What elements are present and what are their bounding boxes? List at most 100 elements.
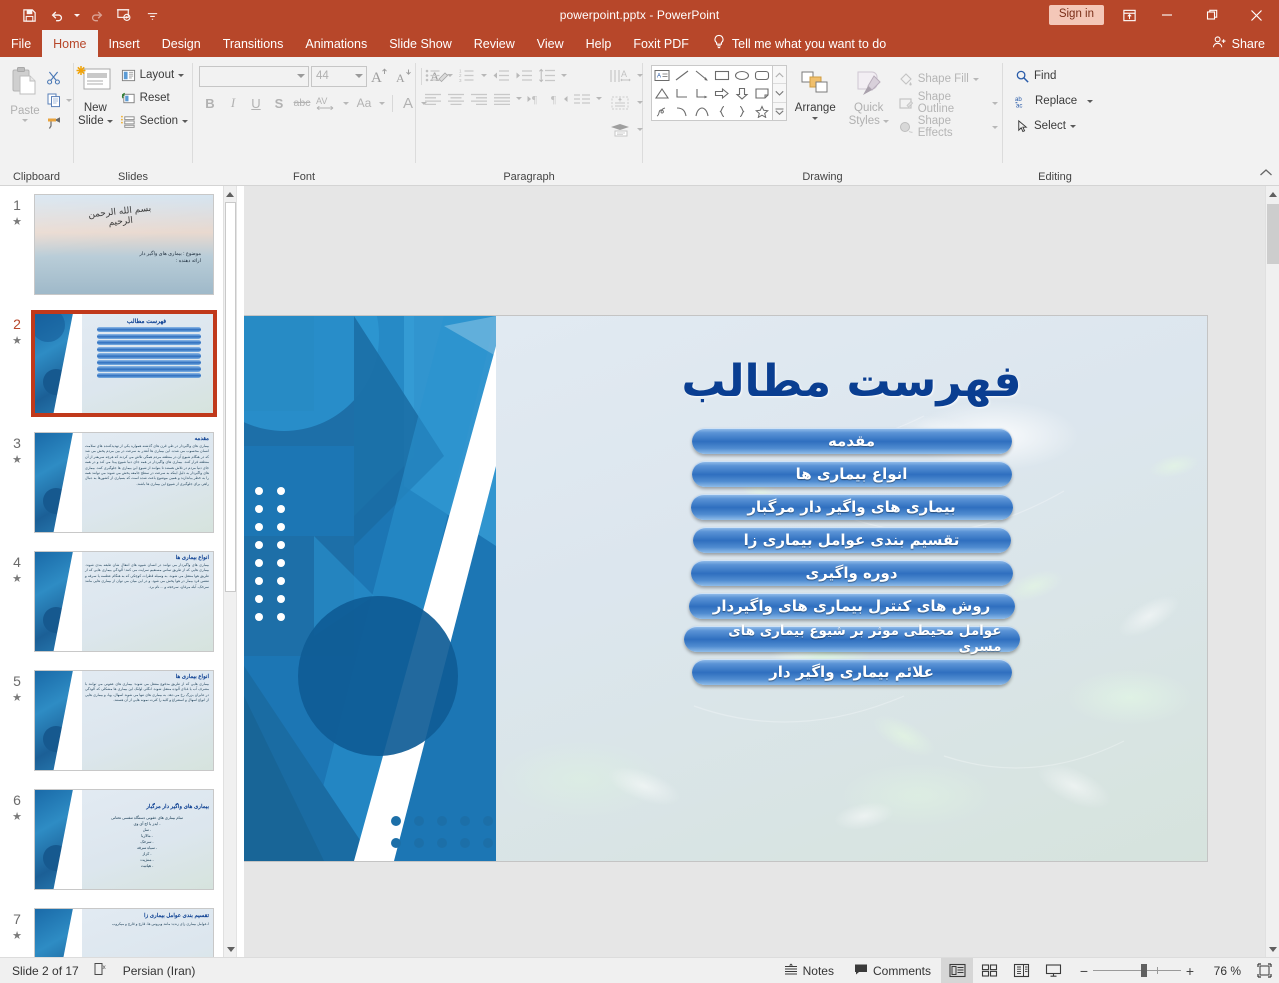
line-spacing-dropdown-icon[interactable] [559,65,569,86]
bullets-button[interactable] [422,65,444,86]
increase-font-size-button[interactable]: A [369,65,391,87]
thumbnail-scroll-up-button[interactable] [224,186,236,202]
arrange-button[interactable]: Arrange [787,62,844,120]
replace-button[interactable]: abac Replace [1011,90,1097,112]
toc-item[interactable]: انواع بیماری ها [692,461,1012,487]
tab-home[interactable]: Home [42,30,97,57]
tab-view[interactable]: View [526,30,575,57]
numbering-button[interactable]: 123 [456,65,478,86]
shape-elbow-arrow-connector-icon[interactable] [692,84,712,102]
quick-styles-dropdown-icon[interactable] [883,120,889,123]
slide-title[interactable]: فهرست مطالب [496,356,1207,407]
shape-left-brace-icon[interactable] [712,102,732,120]
shape-right-arrow-icon[interactable] [712,84,732,102]
notes-button[interactable]: Notes [774,958,844,983]
slide-sorter-view-button[interactable] [973,958,1005,983]
slide-thumbnail-1[interactable]: بسم الله الرحمن الرحیم موضوع : بیماری ها… [34,194,214,295]
stage-scroll-down-button[interactable] [1266,941,1279,957]
share-button[interactable]: Share [1202,30,1279,57]
slide-thumbnail-7[interactable]: تقسیم بندی عوامل بیماری زا ا-عوامل بیمار… [34,908,214,957]
align-center-button[interactable] [445,88,467,109]
text-shadow-button[interactable]: S [268,92,290,114]
reset-button[interactable]: Reset [117,87,192,109]
toc-item[interactable]: بیماری های واگیر دار مرگبار [691,494,1013,520]
numbering-dropdown-icon[interactable] [479,65,489,86]
shape-arc-icon[interactable] [692,102,712,120]
shapes-scroll-down-icon[interactable] [773,83,786,101]
close-button[interactable] [1234,0,1279,30]
zoom-percentage[interactable]: 76 % [1205,964,1249,978]
tab-file[interactable]: File [0,30,42,57]
tab-review[interactable]: Review [463,30,526,57]
language-indicator[interactable]: Persian (Iran) [123,964,196,978]
undo-icon[interactable] [44,3,70,27]
zoom-in-button[interactable]: + [1181,963,1199,979]
ribbon-display-options-icon[interactable] [1114,0,1144,30]
shape-effects-dropdown-icon[interactable] [992,126,998,129]
toc-item[interactable]: تقسیم بندی عوامل بیماری زا [693,527,1011,553]
slide-thumbnail-pane[interactable]: 1 ★ بسم الله الرحمن الرحیم موضوع : بیمار… [0,186,236,957]
thumbnail-row[interactable]: 1 ★ بسم الله الرحمن الرحیم موضوع : بیمار… [0,194,236,313]
minimize-button[interactable] [1144,0,1189,30]
format-painter-button[interactable] [44,112,74,132]
new-slide-button[interactable]: New Slide [74,62,117,128]
tab-foxit-pdf[interactable]: Foxit PDF [622,30,700,57]
cut-button[interactable] [44,68,74,88]
font-name-input[interactable] [199,66,309,87]
line-spacing-button[interactable] [536,65,558,86]
shape-elbow-connector-icon[interactable] [672,84,692,102]
toc-item[interactable]: علائم بیماری واگیر دار [692,659,1012,685]
slide-thumbnail-5[interactable]: انواع بیماری ها بیماری هایی که از طریق م… [34,670,214,771]
thumbnail-row[interactable]: 3 ★ مقدمه بیماری های واگیردار در طی قرن … [0,432,236,551]
slide-thumbnail-6[interactable]: بیماری های واگیر دار مرگبار تمام بیماری … [34,789,214,890]
new-slide-dropdown-icon[interactable] [107,120,113,123]
tab-animations[interactable]: Animations [294,30,378,57]
tab-insert[interactable]: Insert [98,30,151,57]
justify-button[interactable] [491,88,513,109]
tab-slide-show[interactable]: Slide Show [378,30,463,57]
shape-outline-dropdown-icon[interactable] [992,102,998,105]
shape-folded-corner-icon[interactable] [752,84,772,102]
decrease-indent-button[interactable] [490,65,512,86]
toc-item[interactable]: دوره واگیری [691,560,1013,586]
copy-dropdown-icon[interactable] [66,99,72,102]
shape-right-brace-icon[interactable] [732,102,752,120]
increase-indent-button[interactable] [513,65,535,86]
font-color-button[interactable]: A [398,92,418,114]
layout-dropdown-icon[interactable] [178,74,184,77]
change-case-dropdown-icon[interactable] [377,92,387,114]
character-spacing-dropdown-icon[interactable] [341,92,351,114]
slide-thumbnail-3[interactable]: مقدمه بیماری های واگیردار در طی قرن های … [34,432,214,533]
select-button[interactable]: Select [1011,115,1097,137]
shapes-scroll-up-icon[interactable] [773,66,786,83]
shape-triangle-icon[interactable] [652,84,672,102]
start-slideshow-icon[interactable] [111,3,137,27]
paste-dropdown-icon[interactable] [22,119,28,122]
thumbnail-row[interactable]: 4 ★ انواع بیماری ها بیماری های واگیردار … [0,551,236,670]
layout-button[interactable]: Layout [117,64,192,86]
save-icon[interactable] [16,3,42,27]
strikethrough-button[interactable]: abc [291,92,313,114]
align-text-button[interactable] [608,92,634,113]
sign-in-button[interactable]: Sign in [1049,5,1104,25]
select-dropdown-icon[interactable] [1070,125,1076,128]
thumbnail-row[interactable]: 7 ★ تقسیم بندی عوامل بیماری زا ا-عوامل ب… [0,908,236,957]
section-button[interactable]: Section [117,110,192,132]
customize-qat-icon[interactable] [139,3,165,27]
text-direction-button[interactable]: A [608,65,634,86]
tab-help[interactable]: Help [575,30,623,57]
tell-me-box[interactable]: Tell me what you want to do [700,30,886,57]
align-left-button[interactable] [422,88,444,109]
stage-scroll-up-button[interactable] [1266,186,1279,202]
shape-scribble-icon[interactable] [652,102,672,120]
thumbnail-row[interactable]: 5 ★ انواع بیماری ها بیماری هایی که از طر… [0,670,236,789]
shape-star-icon[interactable] [752,102,772,120]
undo-dropdown-icon[interactable] [72,3,81,27]
restore-button[interactable] [1189,0,1234,30]
ltr-text-direction-button[interactable]: ¶ [525,88,547,109]
columns-dropdown-icon[interactable] [594,88,604,109]
shape-fill-button[interactable]: Shape Fill [894,68,1002,90]
change-case-button[interactable]: Aa [352,92,376,114]
thumbnail-pane-scrollbar[interactable] [223,186,236,957]
redo-icon[interactable] [83,3,109,27]
